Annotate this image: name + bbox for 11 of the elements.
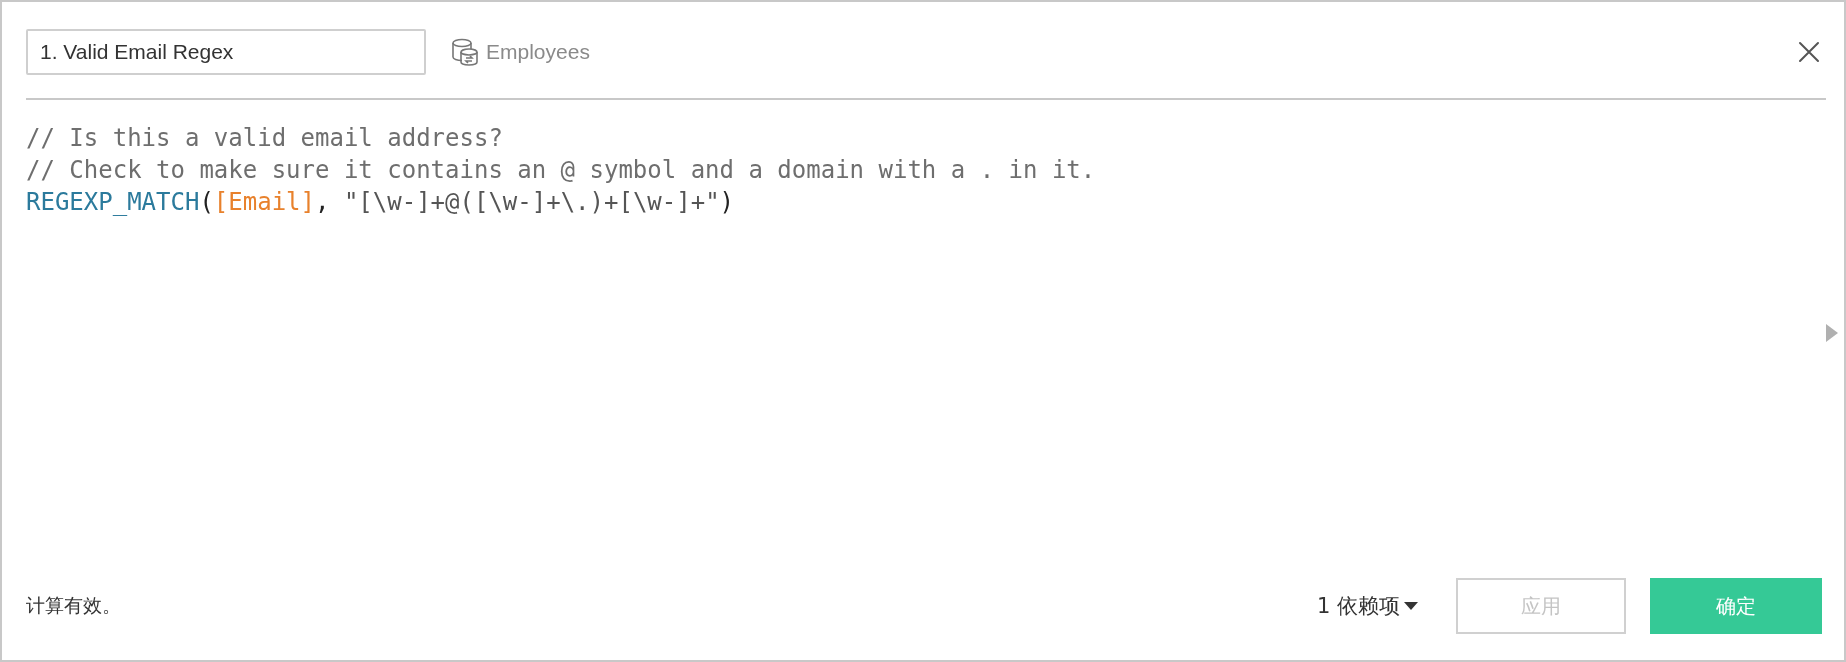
caret-icon [1404,602,1418,610]
code-line: // Check to make sure it contains an @ symbol and a domain with a . in it. [26,155,1097,186]
code-line: // Is this a valid email address? [26,123,504,154]
name-field[interactable]: 1. Valid Email Regex [26,28,426,75]
status-message: 计算有效。 [26,593,121,618]
code-line: REGEXP_MATCH([Email], "[\w-]+@([\w-]+\.)+[\w-]+") [26,187,736,218]
data-source-name: Employees [486,39,590,64]
formula-editor[interactable]: // Is this a valid email address? // Check to make sure it contains an @ symbol and a domain with a . in it. REGEXP_MATCH([Email], "[\w-]+@([\w-]+\.)+[\w-]+") [2,100,1844,576]
close-icon [1798,40,1820,63]
database-icon [450,36,480,67]
dependencies-dropdown[interactable]: 1 依赖项 [1316,592,1418,620]
